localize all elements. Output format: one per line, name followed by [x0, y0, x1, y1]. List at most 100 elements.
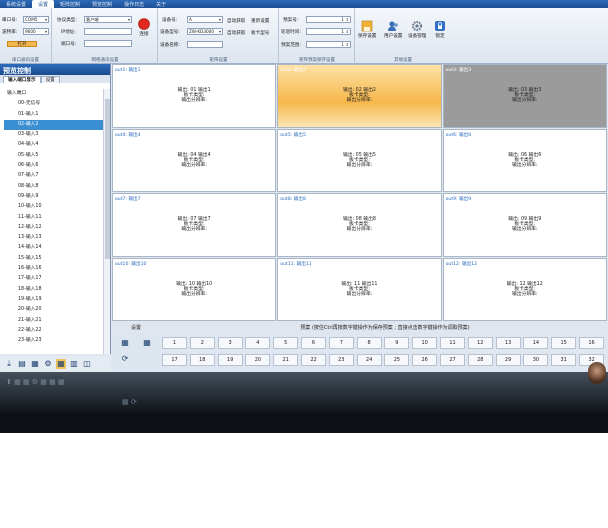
- protocol-select[interactable]: 客户端: [84, 16, 132, 23]
- preset-key[interactable]: 12: [467, 337, 493, 349]
- chart-icon[interactable]: ▥: [69, 359, 79, 369]
- preset-key[interactable]: 30: [523, 354, 549, 366]
- output-cell[interactable]: out8: 输出8 输出: 08 输出8 板卡类型: 输出分辨率:: [277, 193, 442, 257]
- tree-item[interactable]: 02-输入2: [4, 119, 103, 131]
- device-name-field[interactable]: [187, 41, 223, 48]
- gear-icon[interactable]: ⚙: [43, 359, 53, 369]
- tree-item[interactable]: 06-输入6: [4, 161, 103, 171]
- preset-key[interactable]: 15: [551, 337, 577, 349]
- device-no-select[interactable]: A: [187, 16, 223, 23]
- range-field[interactable]: 1: [306, 41, 351, 48]
- open-port-button[interactable]: 打开: [7, 41, 37, 47]
- preset-no-field[interactable]: 1: [306, 16, 351, 23]
- tree-item[interactable]: 11-输入11: [4, 213, 103, 223]
- scroll-thumb[interactable]: [105, 99, 110, 259]
- refresh-icon[interactable]: ⟳: [120, 354, 130, 364]
- baud-select[interactable]: 9600: [23, 28, 49, 35]
- tree-item[interactable]: 09-输入9: [4, 192, 103, 202]
- layout-single-icon[interactable]: ▦: [120, 338, 130, 348]
- output-cell[interactable]: out6: 输出6 输出: 06 输出6 板卡类型: 输出分辨率:: [442, 128, 607, 192]
- menu-tab[interactable]: 矩阵控制: [54, 0, 86, 8]
- lock-button[interactable]: 锁定: [434, 20, 446, 39]
- tree-item[interactable]: 15-输入15: [4, 254, 103, 264]
- tab-settings[interactable]: 设置: [40, 76, 60, 83]
- menu-tab[interactable]: 设置: [32, 0, 55, 8]
- preset-key[interactable]: 6: [301, 337, 326, 349]
- preset-key[interactable]: 2: [189, 337, 215, 349]
- device-type-select[interactable]: ZW-KD3000: [187, 28, 223, 35]
- preset-key[interactable]: 3: [217, 337, 243, 349]
- tree-item[interactable]: 05-输入5: [4, 151, 103, 161]
- ip-field[interactable]: [84, 28, 132, 35]
- preset-key[interactable]: 8: [356, 337, 382, 349]
- preset-key[interactable]: 5: [273, 337, 299, 349]
- tree-item[interactable]: 23-输入23: [4, 336, 103, 346]
- preset-key[interactable]: 20: [245, 354, 271, 366]
- tree-item[interactable]: 14-输入14: [4, 243, 103, 253]
- auto-get-button[interactable]: 自动获取: [227, 18, 245, 24]
- preset-key[interactable]: 29: [495, 354, 521, 366]
- preset-key[interactable]: 28: [467, 354, 493, 366]
- output-cell[interactable]: out1: 输出1 输出: 01 输出1 板卡类型: 输出分辨率:: [112, 64, 277, 128]
- menu-tab[interactable]: 关于: [150, 0, 172, 8]
- preset-key[interactable]: 18: [189, 354, 215, 366]
- output-cell[interactable]: out12: 输出12 输出: 12 输出12 板卡类型: 输出分辨率:: [442, 257, 607, 321]
- tab-input-ports[interactable]: 输入端口显示: [3, 76, 41, 83]
- preset-key[interactable]: 11: [440, 337, 465, 349]
- tree-item[interactable]: 10-输入10: [4, 202, 103, 212]
- tree-item[interactable]: 03-输入3: [4, 130, 103, 140]
- tree-item[interactable]: 01-输入1: [4, 110, 103, 120]
- grid-icon[interactable]: ▤: [17, 359, 27, 369]
- tree-scrollbar[interactable]: [103, 89, 110, 354]
- preset-key[interactable]: 14: [523, 337, 549, 349]
- output-cell[interactable]: out9: 输出9 输出: 09 输出9 板卡类型: 输出分辨率:: [442, 193, 607, 257]
- interval-field[interactable]: 1: [306, 28, 351, 35]
- preset-key[interactable]: 17: [162, 354, 187, 366]
- download-icon[interactable]: ⤓: [4, 359, 14, 369]
- preset-key[interactable]: 7: [328, 337, 354, 349]
- tree-item[interactable]: 12-输入12: [4, 223, 103, 233]
- tree-item[interactable]: 17-输入17: [4, 274, 103, 284]
- preset-key[interactable]: 23: [328, 354, 354, 366]
- preset-key[interactable]: 13: [495, 337, 521, 349]
- preset-key[interactable]: 19: [217, 354, 243, 366]
- menu-tab[interactable]: 系统设置: [0, 0, 32, 8]
- board-type-button[interactable]: 板卡型号: [251, 30, 269, 36]
- tree-item[interactable]: 20-输入20: [4, 305, 103, 315]
- reset-button[interactable]: 重新设置: [251, 18, 269, 24]
- preset-key[interactable]: 10: [412, 337, 438, 349]
- preset-key[interactable]: 26: [412, 354, 438, 366]
- tree-item[interactable]: 13-输入13: [4, 233, 103, 243]
- grid9-icon[interactable]: ▦: [30, 359, 40, 369]
- auto-get2-button[interactable]: 自动获取: [227, 30, 245, 36]
- output-cell[interactable]: out7: 输出7 输出: 07 输出7 板卡类型: 输出分辨率:: [112, 193, 277, 257]
- preset-key[interactable]: 31: [551, 354, 577, 366]
- output-cell[interactable]: out4: 输出4 输出: 04 输出4 板卡类型: 输出分辨率:: [112, 128, 277, 192]
- menu-tab[interactable]: 预览控制: [86, 0, 118, 8]
- net-port-field[interactable]: [84, 40, 132, 47]
- preset-key[interactable]: 27: [440, 354, 465, 366]
- output-cell[interactable]: out11: 输出11 输出: 11 输出11 板卡类型: 输出分辨率:: [277, 257, 442, 321]
- layout-icon[interactable]: ◫: [82, 359, 92, 369]
- preset-key[interactable]: 21: [273, 354, 299, 366]
- port-select[interactable]: COM5: [23, 16, 49, 23]
- preset-key[interactable]: 16: [579, 337, 604, 349]
- tree-item[interactable]: 19-输入19: [4, 295, 103, 305]
- tree-item[interactable]: 00-无信号: [4, 99, 103, 109]
- output-cell[interactable]: out10: 输出10 输出: 10 输出10 板卡类型: 输出分辨率:: [112, 257, 277, 321]
- tree-item[interactable]: 08-输入8: [4, 182, 103, 192]
- tree-item[interactable]: 18-输入18: [4, 285, 103, 295]
- preset-key[interactable]: 22: [301, 354, 326, 366]
- output-cell[interactable]: out2: 输出2 输出: 02 输出2 板卡类型: 输出分辨率:: [277, 64, 442, 128]
- preset-key[interactable]: 4: [245, 337, 271, 349]
- tree-item[interactable]: 16-输入16: [4, 264, 103, 274]
- preset-key[interactable]: 1: [162, 337, 187, 349]
- connect-button[interactable]: 连接: [138, 18, 150, 37]
- tree-item[interactable]: 07-输入7: [4, 171, 103, 181]
- grid4-icon[interactable]: ▦: [56, 359, 66, 369]
- preset-key[interactable]: 25: [384, 354, 410, 366]
- tree-item[interactable]: 21-输入21: [4, 316, 103, 326]
- output-cell[interactable]: out3: 输出3 输出: 03 输出3 板卡类型: 输出分辨率:: [442, 64, 607, 128]
- user-settings-button[interactable]: 用户设置: [384, 20, 402, 39]
- layout-grid-icon[interactable]: ▦: [142, 338, 152, 348]
